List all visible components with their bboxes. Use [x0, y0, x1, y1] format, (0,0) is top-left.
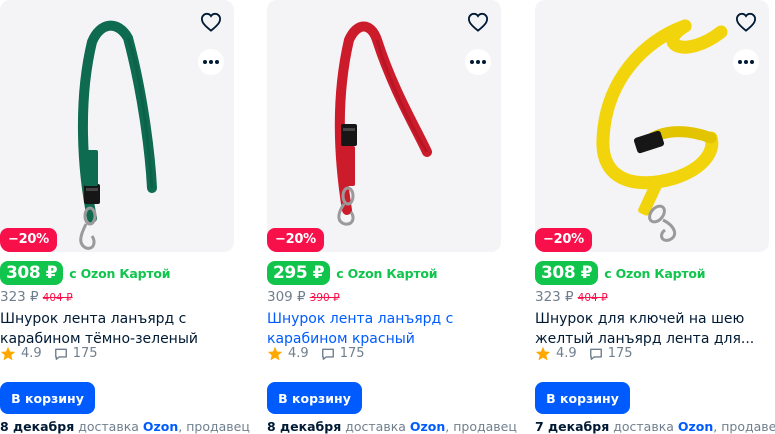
regular-price: 323 ₽: [0, 289, 39, 305]
product-image[interactable]: −20%: [535, 0, 769, 252]
more-options-icon[interactable]: [733, 49, 759, 75]
delivery-info: 8 декабря доставка Ozon, продавец: [0, 419, 250, 434]
rating-value: 4.9: [288, 346, 309, 361]
regular-price: 323 ₽: [535, 289, 574, 305]
rating-value: 4.9: [21, 346, 42, 361]
rating-row[interactable]: 4.9 175: [0, 346, 98, 361]
regular-price-row: 323 ₽ 404 ₽: [0, 289, 73, 305]
reviews-count: 175: [607, 346, 633, 361]
old-price: 390 ₽: [309, 292, 340, 304]
rating-row[interactable]: 4.9 175: [267, 346, 365, 361]
seller-name[interactable]: Ozon: [410, 419, 445, 434]
delivery-text: доставка: [613, 419, 674, 434]
discount-badge: −20%: [535, 228, 592, 252]
product-title[interactable]: Шнурок лента ланъярд с карабином тёмно-з…: [0, 309, 236, 349]
ozon-card-price: 308 ₽: [0, 261, 64, 285]
product-image[interactable]: −20%: [267, 0, 501, 252]
ozon-card-label: c Ozon Картой: [69, 265, 171, 281]
price-row: 308 ₽ c Ozon Картой: [0, 260, 171, 286]
ozon-card-price: 308 ₽: [535, 261, 599, 285]
delivery-date: 8 декабря: [0, 419, 75, 434]
product-title[interactable]: Шнурок лента ланъярд с карабином красный: [267, 309, 503, 349]
ozon-card-label: c Ozon Картой: [604, 265, 706, 281]
ozon-card-label: c Ozon Картой: [336, 265, 438, 281]
seller-suffix: , продавец: [445, 419, 517, 434]
delivery-info: 8 декабря доставка Ozon, продавец: [267, 419, 517, 434]
regular-price-row: 323 ₽ 404 ₽: [535, 289, 608, 305]
rating-value: 4.9: [556, 346, 577, 361]
more-options-icon[interactable]: [465, 49, 491, 75]
product-photo: [334, 21, 432, 226]
delivery-text: доставка: [78, 419, 139, 434]
regular-price: 309 ₽: [267, 289, 306, 305]
delivery-text: доставка: [345, 419, 406, 434]
star-icon: [267, 346, 283, 361]
product-card[interactable]: −20% 295 ₽ c Ozon Картой 309 ₽ 390 ₽ Шну…: [267, 0, 517, 434]
product-photo: [77, 20, 157, 250]
reviews-count: 175: [72, 346, 98, 361]
price-row: 295 ₽ c Ozon Картой: [267, 260, 438, 286]
product-photo: [596, 19, 728, 242]
ozon-card-price: 295 ₽: [267, 261, 331, 285]
favorite-heart-icon[interactable]: [733, 9, 759, 35]
reviews-count: 175: [339, 346, 365, 361]
add-to-cart-button[interactable]: В корзину: [0, 382, 95, 414]
delivery-info: 7 декабря доставка Ozon, продавец: [535, 419, 775, 434]
product-card[interactable]: −20% 308 ₽ c Ozon Картой 323 ₽ 404 ₽ Шну…: [0, 0, 250, 434]
delivery-date: 8 декабря: [267, 419, 342, 434]
product-title[interactable]: Шнурок для ключей на шею желтый ланъярд …: [535, 309, 771, 349]
delivery-date: 7 декабря: [535, 419, 610, 434]
add-to-cart-button[interactable]: В корзину: [267, 382, 362, 414]
seller-suffix: , продавец: [713, 419, 775, 434]
old-price: 404 ₽: [577, 292, 608, 304]
seller-name[interactable]: Ozon: [678, 419, 713, 434]
star-icon: [535, 346, 551, 361]
chat-bubble-icon: [54, 348, 67, 360]
discount-badge: −20%: [0, 228, 57, 252]
rating-row[interactable]: 4.9 175: [535, 346, 633, 361]
star-icon: [0, 346, 16, 361]
more-options-icon[interactable]: [198, 49, 224, 75]
price-row: 308 ₽ c Ozon Картой: [535, 260, 706, 286]
product-image[interactable]: −20%: [0, 0, 234, 252]
old-price: 404 ₽: [42, 292, 73, 304]
seller-suffix: , продавец: [178, 419, 250, 434]
seller-name[interactable]: Ozon: [143, 419, 178, 434]
favorite-heart-icon[interactable]: [198, 9, 224, 35]
regular-price-row: 309 ₽ 390 ₽: [267, 289, 340, 305]
chat-bubble-icon: [589, 348, 602, 360]
chat-bubble-icon: [321, 348, 334, 360]
add-to-cart-button[interactable]: В корзину: [535, 382, 630, 414]
discount-badge: −20%: [267, 228, 324, 252]
product-card[interactable]: −20% 308 ₽ c Ozon Картой 323 ₽ 404 ₽ Шну…: [535, 0, 775, 434]
favorite-heart-icon[interactable]: [465, 9, 491, 35]
